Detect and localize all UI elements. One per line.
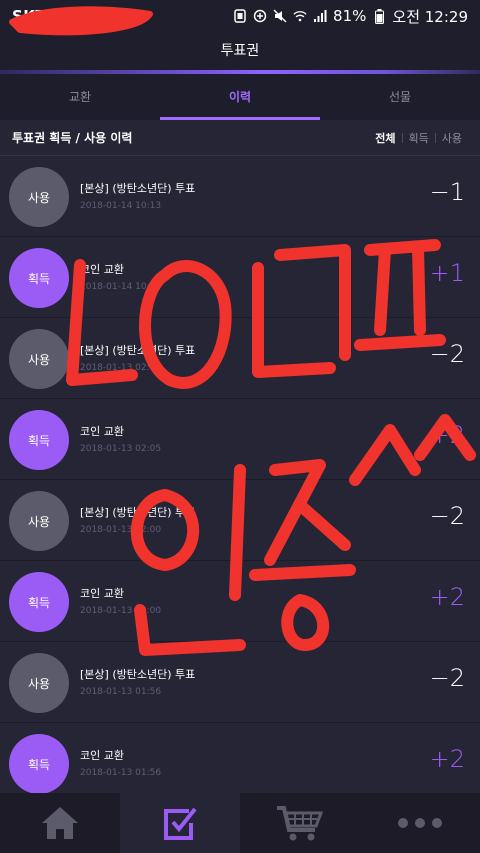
screen: SKT 81% 오전 12:29 투표권 교환 이력 선물 투표권 획득 / 사…: [0, 0, 480, 853]
nav-more-button[interactable]: [360, 793, 480, 853]
clock: 오전 12:29: [392, 7, 468, 26]
filter-acquired[interactable]: 획득: [403, 130, 435, 146]
page-title: 투표권: [0, 32, 480, 70]
history-item-amount: +2: [429, 421, 465, 449]
type-badge-used: 사용: [9, 167, 69, 227]
bottom-nav: [0, 793, 480, 853]
history-item-name: [본상] (방탄소년단) 투표: [80, 506, 196, 519]
history-row[interactable]: 사용 [본상] (방탄소년단) 투표 2018-01-13 02:05 −2: [0, 318, 480, 399]
type-badge-used: 사용: [9, 491, 69, 551]
history-item-date: 2018-01-14 10:13: [80, 201, 162, 211]
history-row[interactable]: 획득 코인 교환 2018-01-14 10:08 +1: [0, 237, 480, 318]
type-badge-acquired: 획득: [9, 734, 69, 794]
history-subheader: 투표권 획득 / 사용 이력 전체 획득 사용: [0, 120, 480, 156]
history-item-date: 2018-01-13 01:56: [80, 768, 162, 778]
nav-vote-button[interactable]: [120, 793, 240, 853]
history-item-name: 코인 교환: [80, 587, 124, 600]
history-item-name: [본상] (방탄소년단) 투표: [80, 182, 196, 195]
history-row[interactable]: 획득 코인 교환 2018-01-13 02:00 +2: [0, 561, 480, 642]
tab-history[interactable]: 이력: [160, 74, 320, 120]
history-item-name: [본상] (방탄소년단) 투표: [80, 668, 196, 681]
history-item-date: 2018-01-14 10:08: [80, 282, 162, 292]
history-item-name: 코인 교환: [80, 749, 124, 762]
history-item-amount: +1: [429, 259, 465, 287]
more-icon: [398, 818, 442, 828]
history-row[interactable]: 사용 [본상] (방탄소년단) 투표 2018-01-13 01:56 −2: [0, 642, 480, 723]
type-badge-acquired: 획득: [9, 410, 69, 470]
type-badge-acquired: 획득: [9, 248, 69, 308]
history-item-date: 2018-01-13 01:56: [80, 687, 162, 697]
history-item-amount: −1: [429, 178, 465, 206]
history-item-amount: −2: [429, 502, 465, 530]
history-row[interactable]: 사용 [본상] (방탄소년단) 투표 2018-01-14 10:13 −1: [0, 156, 480, 237]
history-item-amount: +2: [429, 583, 465, 611]
wifi-icon: [293, 9, 307, 23]
data-saver-icon: [253, 9, 267, 23]
mute-icon: [273, 9, 287, 23]
signal-icon: [313, 9, 327, 23]
status-icons: 81% 오전 12:29: [233, 6, 468, 27]
battery-level: 81%: [333, 7, 367, 25]
history-title: 투표권 획득 / 사용 이력: [12, 131, 133, 145]
history-item-name: 코인 교환: [80, 425, 124, 438]
battery-icon: [372, 8, 386, 24]
nav-cart-button[interactable]: [240, 793, 360, 853]
history-item-date: 2018-01-13 02:05: [80, 363, 162, 373]
history-item-date: 2018-01-13 02:00: [80, 525, 162, 535]
history-item-amount: −2: [429, 340, 465, 368]
tab-exchange[interactable]: 교환: [0, 74, 160, 120]
history-item-name: [본상] (방탄소년단) 투표: [80, 344, 196, 357]
cart-icon: [277, 806, 324, 841]
type-badge-acquired: 획득: [9, 572, 69, 632]
history-item-date: 2018-01-13 02:05: [80, 444, 162, 454]
type-badge-used: 사용: [9, 653, 69, 713]
history-list: 사용 [본상] (방탄소년단) 투표 2018-01-14 10:13 −1 획…: [0, 156, 480, 804]
filter-used[interactable]: 사용: [436, 130, 468, 146]
history-item-amount: +2: [429, 745, 465, 773]
filter-all[interactable]: 전체: [369, 130, 401, 146]
nav-home-button[interactable]: [0, 793, 120, 853]
history-item-name: 코인 교환: [80, 263, 124, 276]
notification-icon: [233, 9, 247, 23]
carrier-label: SKT: [12, 7, 47, 25]
type-badge-used: 사용: [9, 329, 69, 389]
history-filters: 전체 획득 사용: [369, 130, 468, 146]
history-row[interactable]: 획득 코인 교환 2018-01-13 01:56 +2: [0, 723, 480, 804]
history-row[interactable]: 사용 [본상] (방탄소년단) 투표 2018-01-13 02:00 −2: [0, 480, 480, 561]
tab-bar: 교환 이력 선물: [0, 74, 480, 120]
history-row[interactable]: 획득 코인 교환 2018-01-13 02:05 +2: [0, 399, 480, 480]
tab-gift[interactable]: 선물: [320, 74, 480, 120]
home-icon: [42, 807, 78, 839]
status-bar: SKT 81% 오전 12:29: [0, 0, 480, 32]
history-item-date: 2018-01-13 02:00: [80, 606, 162, 616]
history-item-amount: −2: [429, 664, 465, 692]
vote-check-icon: [164, 807, 197, 840]
